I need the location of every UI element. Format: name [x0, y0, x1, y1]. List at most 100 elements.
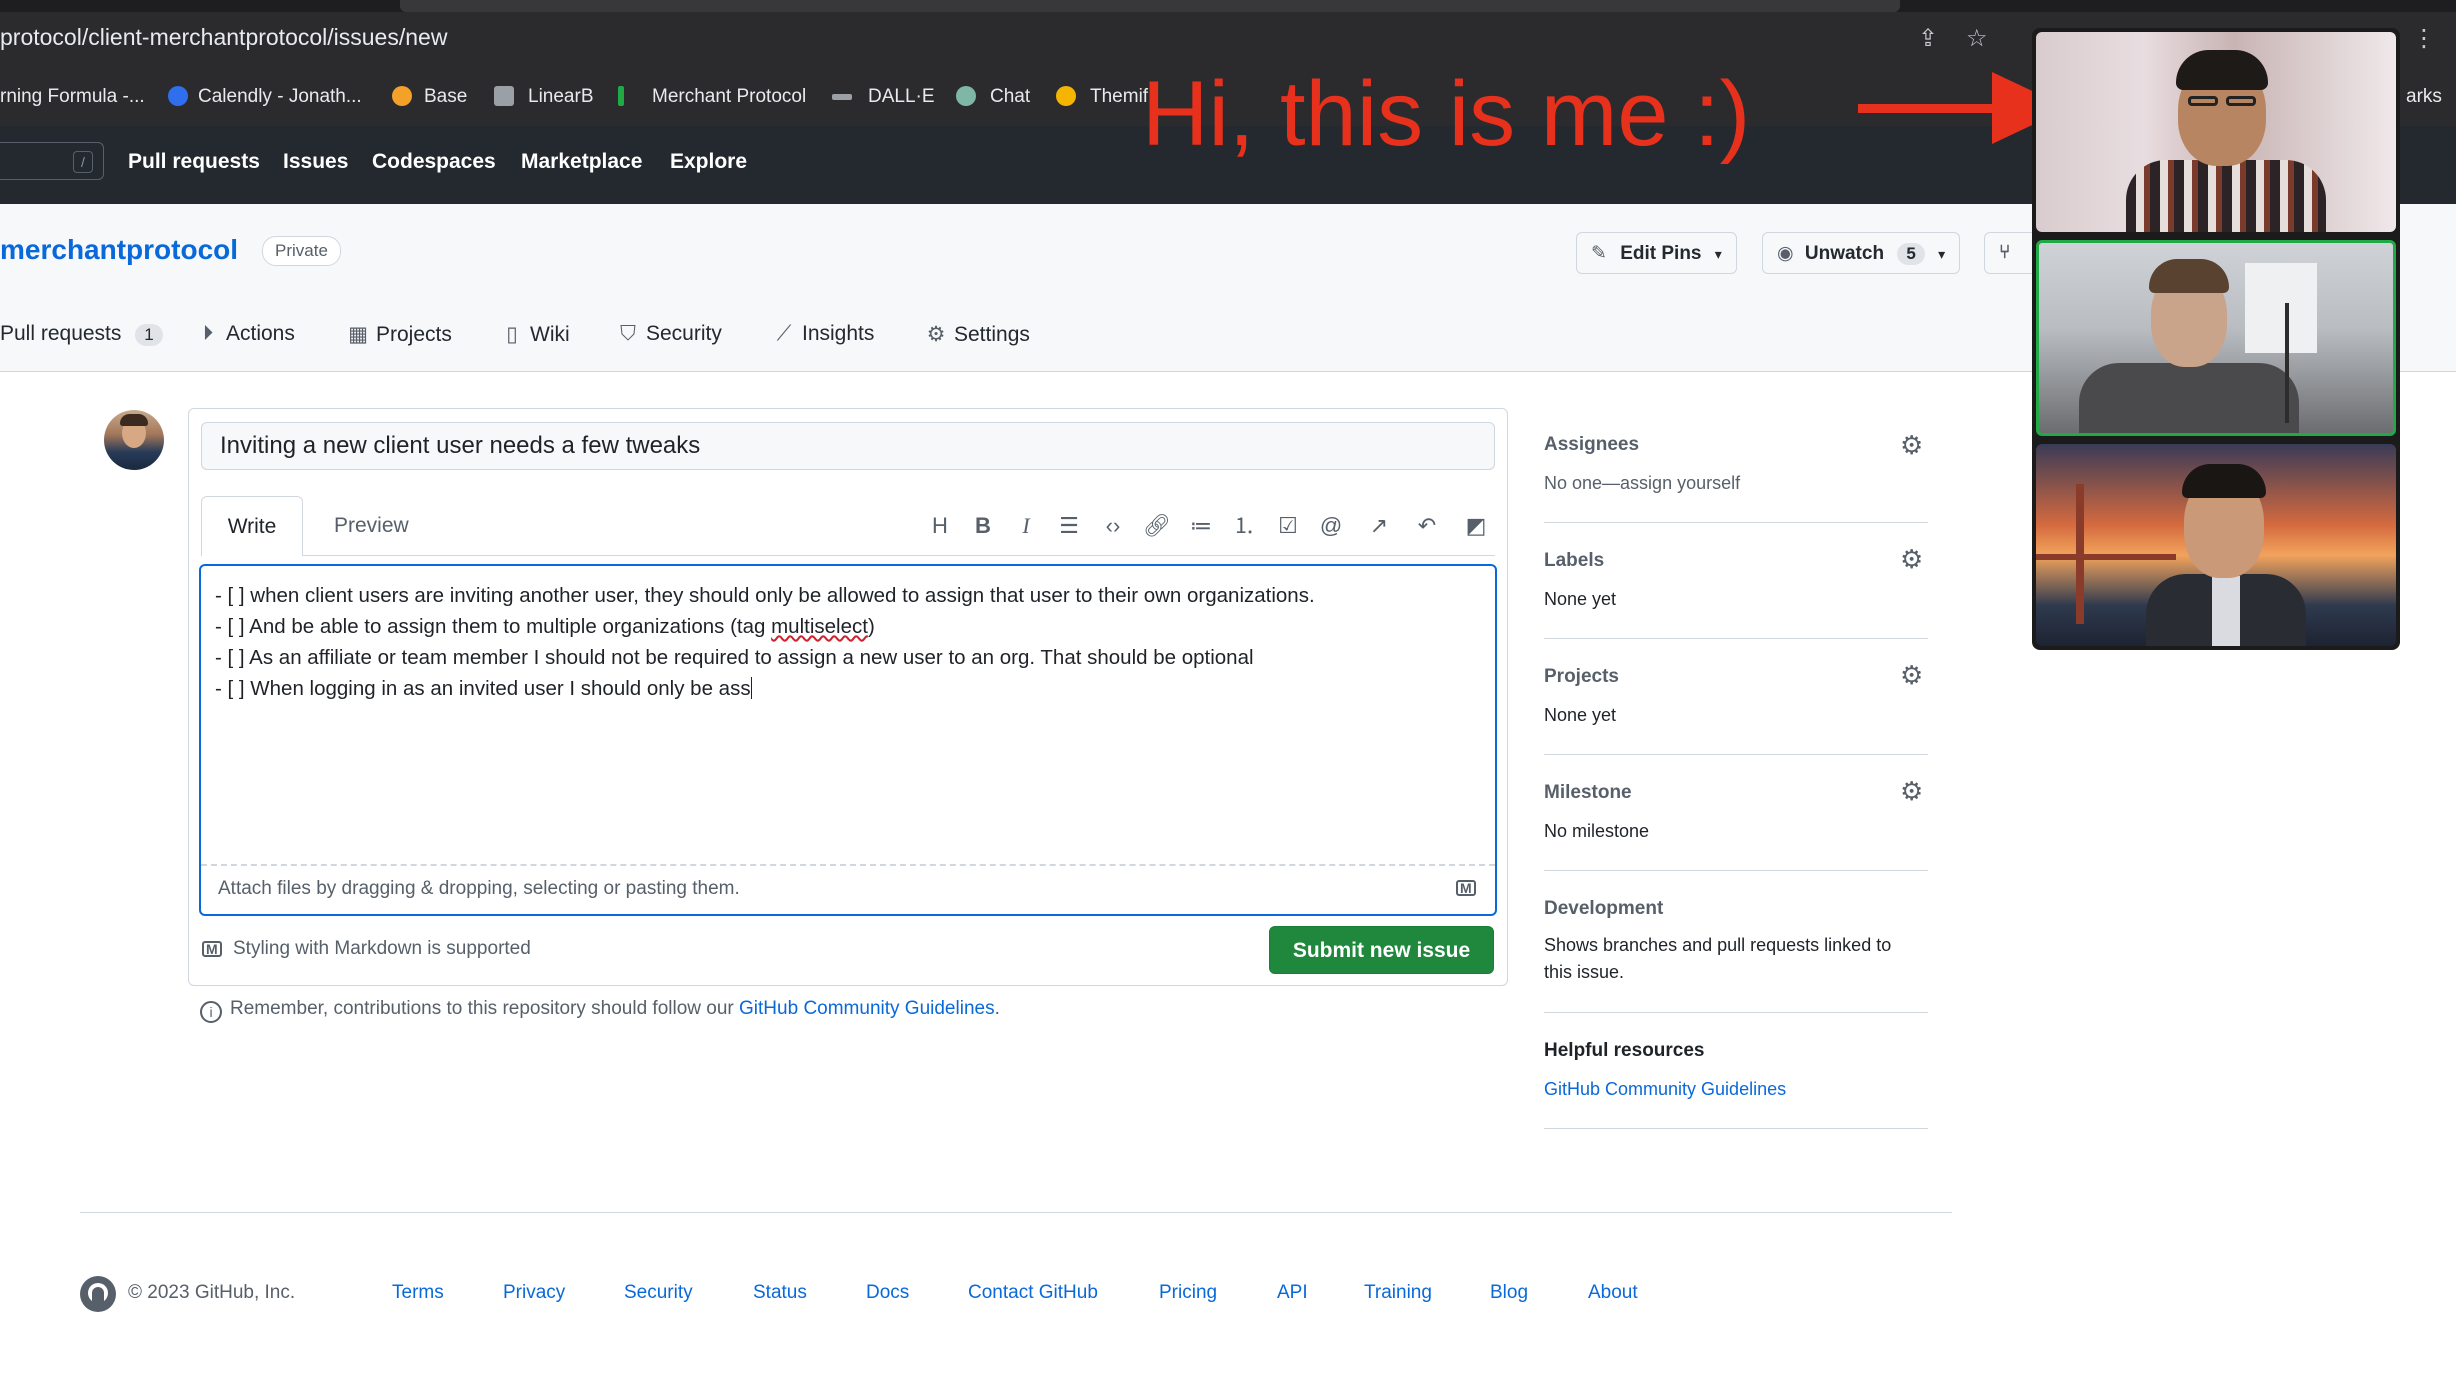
markdown-icon: M: [202, 941, 222, 957]
issue-title-input[interactable]: [201, 422, 1495, 470]
gear-icon[interactable]: ⚙: [1900, 544, 1923, 575]
gear-icon: ⚙: [926, 323, 946, 346]
community-guidelines-link[interactable]: GitHub Community Guidelines: [739, 998, 995, 1019]
nav-explore[interactable]: Explore: [670, 150, 747, 174]
text-caret: [750, 677, 752, 699]
sidebar-divider: [1544, 1128, 1928, 1129]
video-tile-participant-1[interactable]: [2036, 32, 2396, 232]
tab-insights[interactable]: ⟋ Insights: [772, 322, 875, 346]
labels-heading[interactable]: Labels: [1544, 550, 1604, 572]
bookmark-item[interactable]: Themif: [1090, 86, 1148, 108]
tab-projects[interactable]: ▦ Projects: [346, 322, 452, 347]
dalle-icon: [832, 94, 852, 100]
footer-link-docs[interactable]: Docs: [866, 1282, 909, 1304]
footer-link-contact[interactable]: Contact GitHub: [968, 1282, 1098, 1304]
nav-pull-requests[interactable]: Pull requests: [128, 150, 260, 174]
attach-files-hint[interactable]: Attach files by dragging & dropping, sel…: [218, 878, 740, 900]
footer-link-privacy[interactable]: Privacy: [503, 1282, 565, 1304]
address-bar[interactable]: protocol/client-merchantprotocol/issues/…: [0, 24, 447, 51]
bookmark-item[interactable]: LinearB: [528, 86, 594, 108]
nav-issues[interactable]: Issues: [283, 150, 348, 174]
sidebar-guidelines-link[interactable]: GitHub Community Guidelines: [1544, 1076, 1786, 1103]
undo-icon[interactable]: ↶: [1411, 510, 1443, 542]
italic-icon[interactable]: I: [1010, 510, 1042, 542]
video-tile-participant-2[interactable]: [2036, 240, 2396, 436]
bold-icon[interactable]: B: [967, 510, 999, 542]
footer-link-security[interactable]: Security: [624, 1282, 693, 1304]
repo-name-link[interactable]: merchantprotocol: [0, 234, 238, 266]
heading-icon[interactable]: H: [924, 510, 956, 542]
sidebar-divider: [1544, 870, 1928, 871]
task-list-icon[interactable]: ☑: [1272, 510, 1304, 542]
markdown-supported-link[interactable]: Styling with Markdown is supported: [233, 938, 531, 960]
bulleted-list-icon[interactable]: ≔: [1185, 510, 1217, 542]
link-icon[interactable]: 🔗︎: [1141, 510, 1173, 542]
milestone-heading[interactable]: Milestone: [1544, 782, 1632, 804]
mention-icon[interactable]: @: [1315, 510, 1347, 542]
footer-link-blog[interactable]: Blog: [1490, 1282, 1528, 1304]
tab-pull-requests[interactable]: Pull requests 1: [0, 322, 163, 346]
watch-count: 5: [1897, 243, 1925, 265]
assign-yourself-link[interactable]: assign yourself: [1620, 473, 1740, 493]
gear-icon[interactable]: ⚙: [1900, 776, 1923, 807]
edit-pins-label: Edit Pins: [1620, 243, 1702, 264]
calendly-icon: [168, 86, 188, 106]
footer-link-api[interactable]: API: [1277, 1282, 1308, 1304]
bookmark-item[interactable]: Chat: [990, 86, 1030, 108]
gear-icon[interactable]: ⚙: [1900, 660, 1923, 691]
tab-preview[interactable]: Preview: [334, 514, 409, 538]
chat-icon: [956, 86, 976, 106]
base-icon: [392, 86, 412, 106]
bookmark-item[interactable]: Base: [424, 86, 467, 108]
footer-link-status[interactable]: Status: [753, 1282, 807, 1304]
labels-value: None yet: [1544, 589, 1617, 609]
projects-heading[interactable]: Projects: [1544, 666, 1619, 688]
tab-security[interactable]: ⛉ Security: [616, 322, 722, 346]
assignees-heading[interactable]: Assignees: [1544, 434, 1639, 456]
nav-codespaces[interactable]: Codespaces: [372, 150, 496, 174]
bookmark-item[interactable]: Merchant Protocol: [652, 86, 806, 108]
share-icon[interactable]: ⇪: [1918, 24, 1938, 53]
browser-menu-icon[interactable]: ⋮: [2412, 24, 2436, 53]
unwatch-button[interactable]: ◉ Unwatch 5 ▾: [1762, 232, 1961, 274]
footer-link-about[interactable]: About: [1588, 1282, 1638, 1304]
nav-marketplace[interactable]: Marketplace: [521, 150, 642, 174]
tab-insights-label: Insights: [802, 322, 875, 345]
video-tile-participant-3[interactable]: [2036, 444, 2396, 646]
bookmark-star-icon[interactable]: ☆: [1966, 24, 1988, 53]
fork-icon: ⑂: [1999, 242, 2011, 263]
body-line: - [ ] As an affiliate or team member I s…: [215, 646, 1254, 669]
footer-link-training[interactable]: Training: [1364, 1282, 1432, 1304]
contribution-note-text: Remember, contributions to this reposito…: [230, 998, 740, 1019]
gear-icon[interactable]: ⚙: [1900, 430, 1923, 461]
quote-icon[interactable]: ☰: [1053, 510, 1085, 542]
submit-new-issue-button[interactable]: Submit new issue: [1269, 926, 1494, 974]
slash-key-hint: /: [73, 151, 93, 173]
saved-replies-icon[interactable]: ◩: [1460, 510, 1492, 542]
active-tab[interactable]: [400, 0, 1900, 12]
code-icon[interactable]: ‹›: [1097, 510, 1129, 542]
bookmark-item[interactable]: DALL·E: [868, 86, 935, 108]
tab-actions[interactable]: ⏵ Actions: [196, 322, 295, 346]
all-bookmarks-link[interactable]: arks: [2406, 86, 2442, 108]
search-box[interactable]: /: [0, 142, 104, 180]
overlay-arrow: [1858, 104, 2008, 113]
pull-requests-count: 1: [135, 324, 163, 346]
book-icon: ▯: [506, 323, 518, 346]
bookmark-item[interactable]: rning Formula -...: [0, 86, 145, 108]
avatar[interactable]: [104, 410, 164, 470]
tab-wiki[interactable]: ▯ Wiki: [500, 322, 570, 347]
edit-pins-button[interactable]: ✎ Edit Pins ▾: [1576, 232, 1737, 274]
bookmark-item[interactable]: Calendly - Jonath...: [198, 86, 362, 108]
footer-link-terms[interactable]: Terms: [392, 1282, 444, 1304]
tab-settings[interactable]: ⚙ Settings: [924, 322, 1030, 347]
milestone-value: No milestone: [1544, 821, 1650, 841]
github-logo-icon[interactable]: [80, 1276, 116, 1312]
reference-icon[interactable]: ↗: [1363, 510, 1395, 542]
tab-pull-requests-label: Pull requests: [0, 322, 122, 345]
tab-wiki-label: Wiki: [530, 323, 570, 346]
tab-security-label: Security: [646, 322, 722, 345]
footer-link-pricing[interactable]: Pricing: [1159, 1282, 1217, 1304]
numbered-list-icon[interactable]: ⒈: [1228, 510, 1260, 542]
tab-write[interactable]: Write: [201, 496, 303, 556]
